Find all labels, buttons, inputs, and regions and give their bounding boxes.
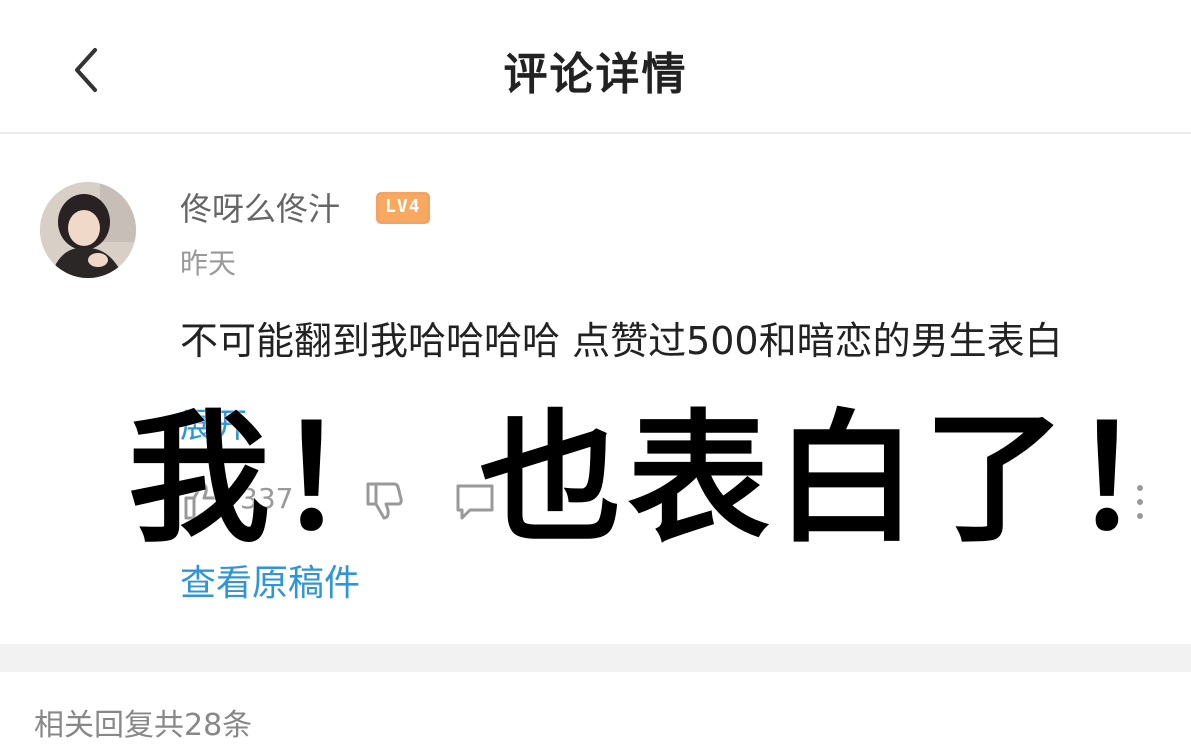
avatar-image: [40, 182, 136, 278]
level-badge: LV4: [376, 192, 430, 224]
username[interactable]: 佟呀么佟汁: [180, 184, 340, 230]
comment-text: 不可能翻到我哈哈哈哈 点赞过500和暗恋的男生表白: [180, 319, 1063, 363]
header-bar: 评论详情: [0, 0, 1191, 134]
comment-card: 佟呀么佟汁 LV4 昨天 不可能翻到我哈哈哈哈 点赞过500和暗恋的男生表白 展…: [0, 134, 1191, 642]
comment-detail-page: 评论详情 佟呀么佟汁 LV4 昨天 不可能翻到我哈哈哈哈 点赞过500和暗恋的男…: [0, 0, 1191, 745]
timestamp: 昨天: [180, 247, 237, 280]
section-divider: [0, 644, 1191, 672]
overlay-caption: 我！ 也表白了！: [128, 397, 1191, 562]
replies-count: 相关回复共28条: [34, 708, 253, 743]
avatar[interactable]: [40, 182, 136, 278]
page-title: 评论详情: [503, 49, 688, 100]
